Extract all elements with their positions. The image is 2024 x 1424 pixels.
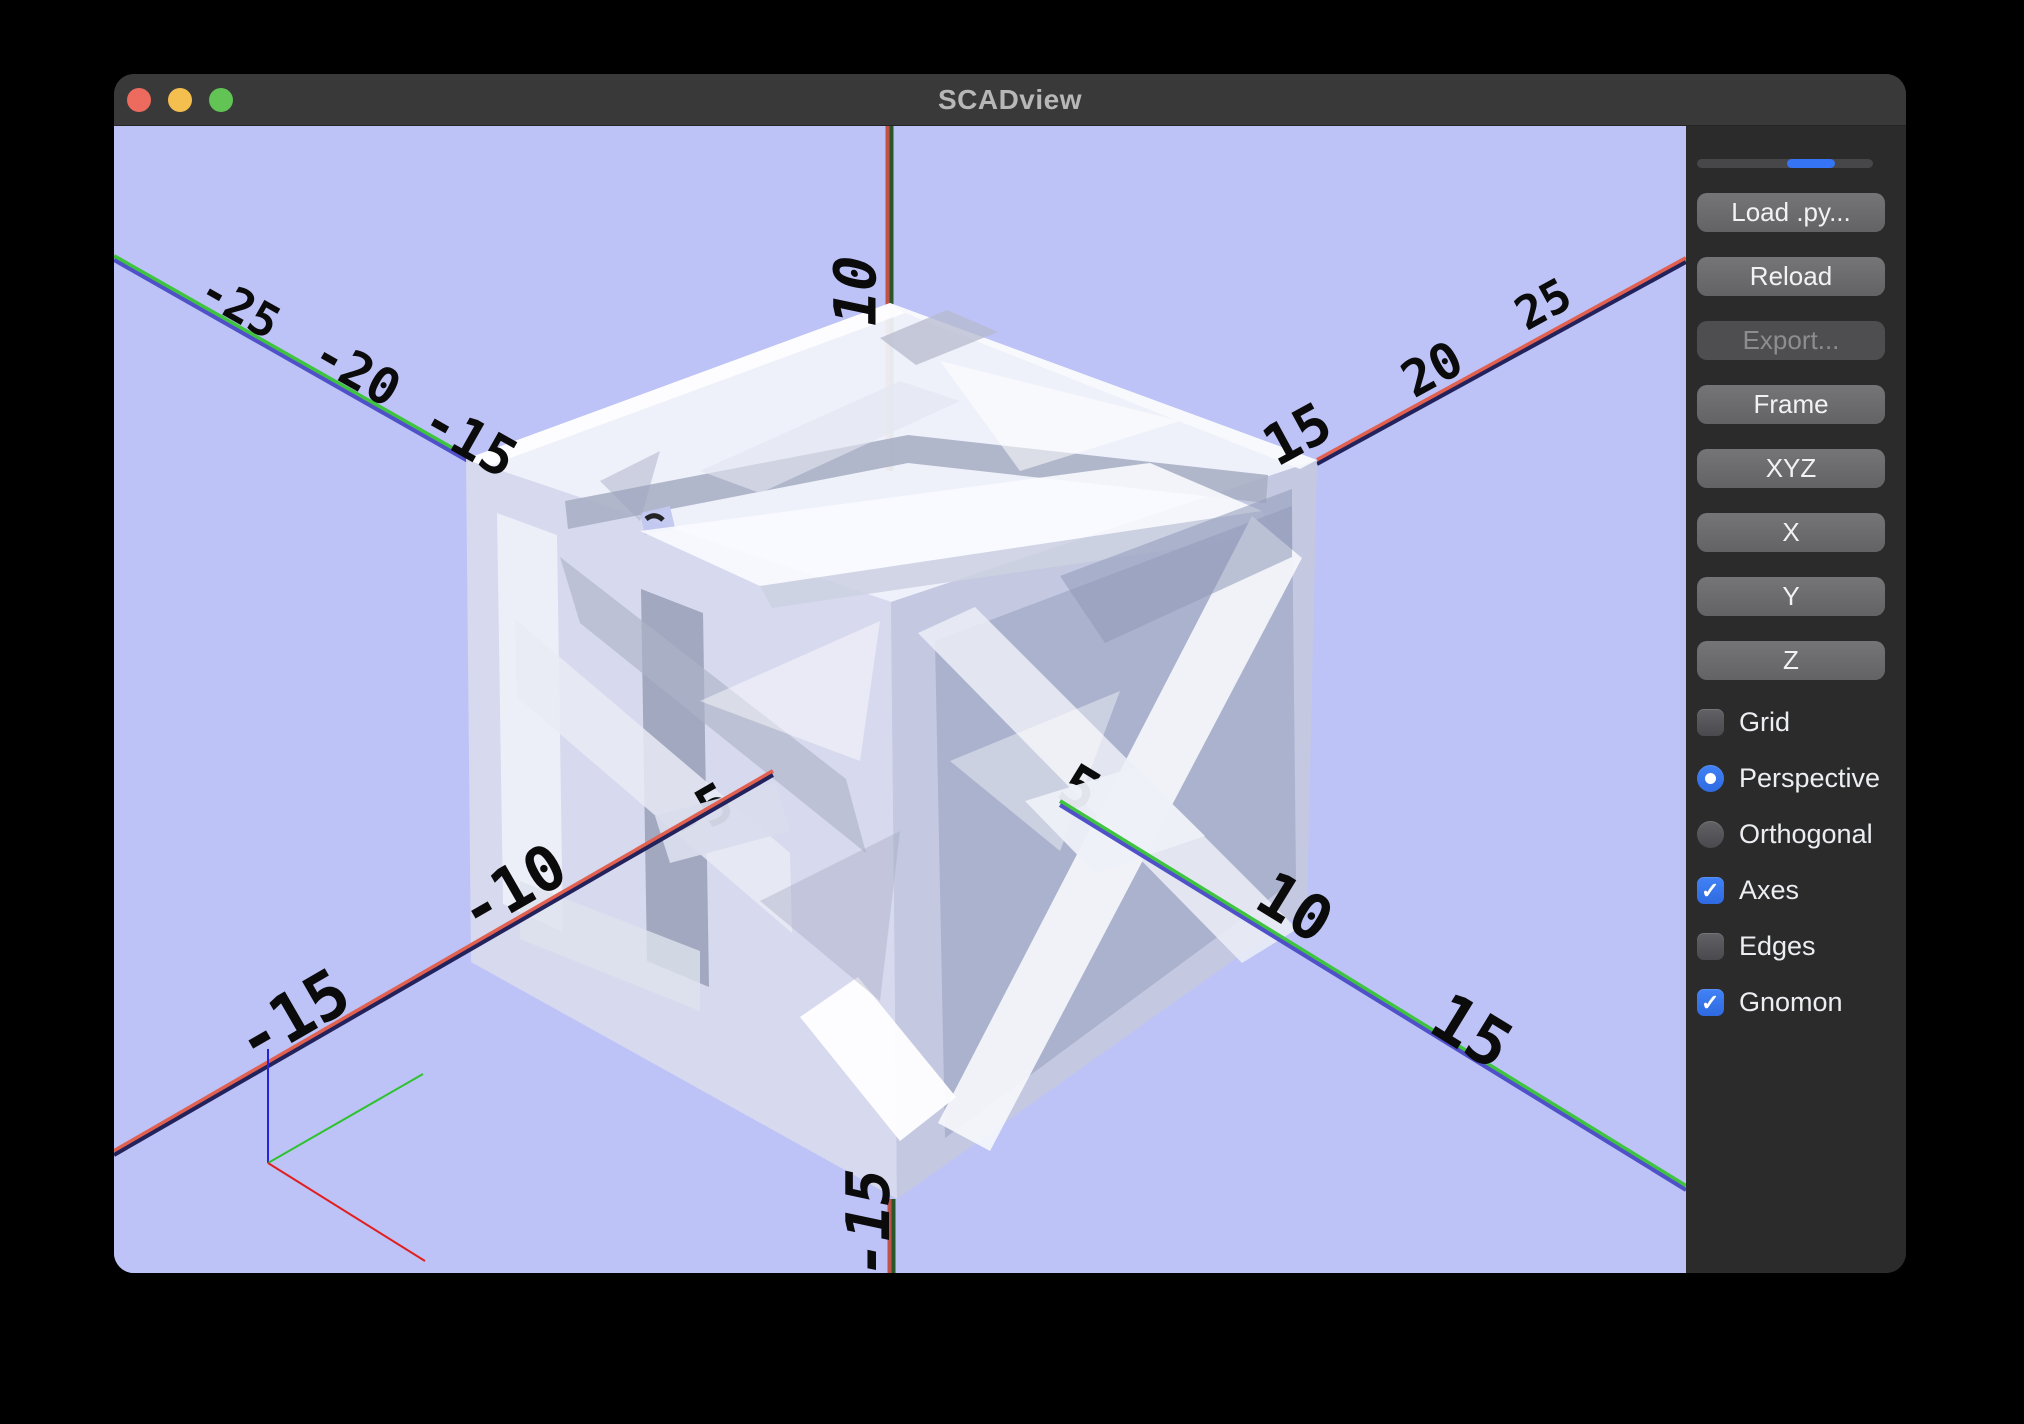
toggle-label: Perspective [1739,763,1880,794]
radio-perspective[interactable]: Perspective [1697,764,1906,792]
toggle-label: Gnomon [1739,987,1843,1018]
axis-tick-label: 10 [822,249,889,333]
checkbox-grid[interactable]: Grid [1697,708,1906,736]
checkbox-gnomon[interactable]: Gnomon [1697,988,1906,1016]
titlebar: SCADview [114,74,1906,126]
checkbox-icon [1697,933,1724,960]
checkbox-icon [1697,989,1724,1016]
minimize-button[interactable] [168,88,192,112]
load-py-button[interactable]: Load .py... [1697,193,1885,232]
toggle-label: Edges [1739,931,1816,962]
view-options: Grid Perspective Orthogonal Axes Edges [1697,708,1906,1016]
slider-handle[interactable] [1787,159,1835,168]
app-window: SCADview [114,74,1906,1273]
x-button[interactable]: X [1697,513,1885,552]
export-button[interactable]: Export... [1697,321,1885,360]
checkbox-icon [1697,877,1724,904]
toggle-label: Grid [1739,707,1790,738]
y-button[interactable]: Y [1697,577,1885,616]
checkbox-axes[interactable]: Axes [1697,876,1906,904]
toggle-label: Orthogonal [1739,819,1873,850]
detail-slider[interactable] [1697,159,1873,168]
reload-button[interactable]: Reload [1697,257,1885,296]
radio-icon [1697,765,1724,792]
traffic-lights [127,88,233,112]
window-title: SCADview [938,84,1082,116]
checkbox-edges[interactable]: Edges [1697,932,1906,960]
z-button[interactable]: Z [1697,641,1885,680]
sidebar: Load .py... Reload Export... Frame XYZ X… [1686,126,1906,1273]
toggle-label: Axes [1739,875,1799,906]
zoom-button[interactable] [209,88,233,112]
3d-viewport[interactable]: -5 5 [114,126,1686,1273]
radio-orthogonal[interactable]: Orthogonal [1697,820,1906,848]
axis-tick-label: -15 [835,1162,904,1273]
radio-icon [1697,821,1724,848]
checkbox-icon [1697,709,1724,736]
frame-button[interactable]: Frame [1697,385,1885,424]
xyz-button[interactable]: XYZ [1697,449,1885,488]
close-button[interactable] [127,88,151,112]
